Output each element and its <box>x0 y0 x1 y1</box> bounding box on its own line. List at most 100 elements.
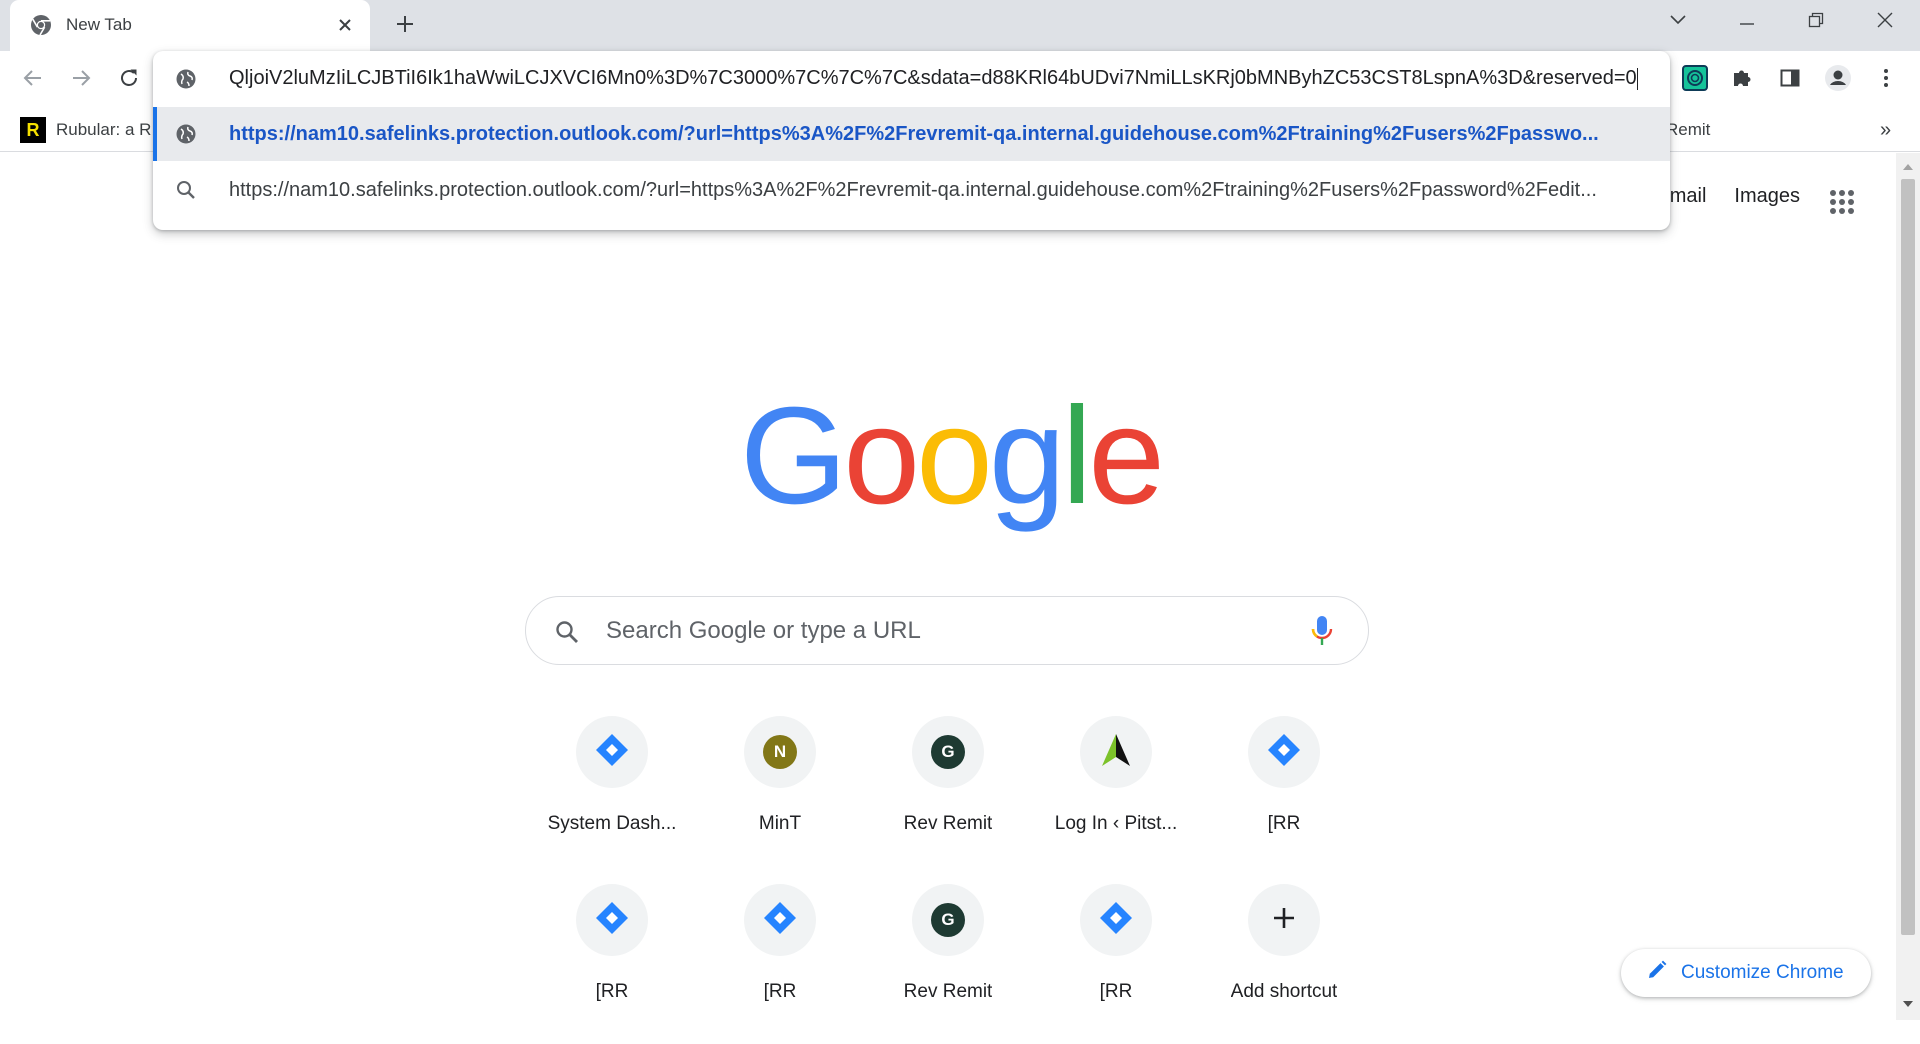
shortcut-icon-circle <box>1080 884 1152 956</box>
omnibox-input[interactable]: QljoiV2luMzIiLCJBTiI6Ik1haWwiLCJXVCI6Mn0… <box>229 67 1639 90</box>
omnibox-dropdown: QljoiV2luMzIiLCJBTiI6Ik1haWwiLCJXVCI6Mn0… <box>153 51 1670 230</box>
grammarly-extension[interactable] <box>1679 64 1711 96</box>
microphone-icon[interactable] <box>1310 615 1334 647</box>
shortcut-label: Rev Remit <box>903 981 993 1002</box>
forward-button[interactable] <box>64 63 98 97</box>
bookmark-rubular[interactable]: R Rubular: a R <box>20 117 151 143</box>
shortcut-label: [RR <box>1099 981 1133 1002</box>
close-icon[interactable] <box>332 12 358 38</box>
back-button[interactable] <box>16 63 50 97</box>
svg-text:Google: Google <box>740 395 1160 533</box>
tab-title: New Tab <box>66 15 132 34</box>
shortcut-label: [RR <box>595 981 629 1002</box>
tab-search-button[interactable] <box>1660 8 1696 36</box>
kebab-menu-icon <box>1883 67 1889 94</box>
bookmarks-overflow-button[interactable]: » <box>1880 117 1891 143</box>
ntp-header-links: mail Images <box>1670 185 1800 208</box>
shortcut-icon-circle <box>744 884 816 956</box>
close-icon <box>1877 12 1893 33</box>
shortcut-tile[interactable]: [RR <box>1032 884 1200 1044</box>
shortcut-icon-circle <box>1080 716 1152 788</box>
search-icon <box>554 619 580 645</box>
shortcut-tile[interactable]: System Dash... <box>528 716 696 876</box>
shortcut-label: Add shortcut <box>1230 981 1338 1002</box>
shortcut-tile[interactable]: [RR <box>1200 716 1368 876</box>
jira-diamond-icon <box>595 901 629 940</box>
omnibox-input-value: QljoiV2luMzIiLCJBTiI6Ik1haWwiLCJXVCI6Mn0… <box>229 67 1637 89</box>
side-panel-icon <box>1779 67 1801 94</box>
omnibox-suggestion[interactable]: https://nam10.safelinks.protection.outlo… <box>153 107 1670 161</box>
arrow-right-icon <box>70 67 92 94</box>
globe-icon <box>175 123 197 145</box>
shortcut-label: Rev Remit <box>903 813 993 834</box>
jira-diamond-icon <box>1099 901 1133 940</box>
plus-icon <box>1272 906 1296 935</box>
jira-diamond-icon <box>595 733 629 772</box>
jira-diamond-icon <box>1267 733 1301 772</box>
shortcut-icon-circle <box>1248 716 1320 788</box>
shortcut-icon-circle <box>1248 884 1320 956</box>
reload-button[interactable] <box>112 63 146 97</box>
puzzle-icon <box>1731 67 1753 94</box>
shortcut-icon-circle <box>576 884 648 956</box>
restore-button[interactable] <box>1798 8 1834 36</box>
rubular-icon: R <box>20 117 46 143</box>
jira-diamond-icon <box>763 901 797 940</box>
shortcut-tile[interactable]: G Rev Remit <box>864 884 1032 1044</box>
images-link[interactable]: Images <box>1734 185 1800 208</box>
shortcut-icon-circle: G <box>912 716 984 788</box>
scroll-down-arrow-icon[interactable] <box>1902 998 1914 1010</box>
tab-new-tab[interactable]: New Tab <box>10 0 370 51</box>
shortcut-tile[interactable]: Log In ‹ Pitst... <box>1032 716 1200 876</box>
shortcut-label: [RR <box>763 981 797 1002</box>
extensions-button[interactable] <box>1726 64 1758 96</box>
gmail-link[interactable]: mail <box>1670 185 1707 208</box>
shortcut-tile[interactable]: G Rev Remit <box>864 716 1032 876</box>
bookmarks-overflow: » <box>1880 118 1892 141</box>
shortcut-label: [RR <box>1267 813 1301 834</box>
shortcut-tile[interactable]: [RR <box>696 884 864 1044</box>
shortcut-icon-circle <box>576 716 648 788</box>
scroll-up-arrow-icon[interactable] <box>1902 161 1914 173</box>
shortcut-icon-circle: N <box>744 716 816 788</box>
bookmark-label: Rubular: a R <box>56 120 152 139</box>
text-caret <box>1636 67 1638 90</box>
globe-icon <box>175 68 197 90</box>
chrome-icon <box>30 14 52 36</box>
omnibox-suggestion[interactable]: https://nam10.safelinks.protection.outlo… <box>153 163 1670 217</box>
restore-icon <box>1808 12 1824 33</box>
grammarly-icon <box>1682 64 1708 96</box>
search-placeholder: Search Google or type a URL <box>606 617 921 644</box>
customize-label: Customize Chrome <box>1681 962 1844 983</box>
shortcut-icon-circle: G <box>912 884 984 956</box>
minimize-button[interactable] <box>1729 8 1765 36</box>
scrollbar[interactable] <box>1896 153 1920 1020</box>
shortcut-tile[interactable]: [RR <box>528 884 696 1044</box>
bookmark-remit[interactable]: Remit <box>1666 117 1710 143</box>
letter-avatar: G <box>931 735 965 769</box>
shortcut-label: Log In ‹ Pitst... <box>1054 813 1178 834</box>
close-window-button[interactable] <box>1867 8 1903 36</box>
customize-chrome-button[interactable]: Customize Chrome <box>1621 949 1871 997</box>
menu-button[interactable] <box>1870 64 1902 96</box>
reload-icon <box>118 67 140 94</box>
minimize-icon <box>1739 13 1755 31</box>
side-panel-button[interactable] <box>1774 64 1806 96</box>
letter-avatar: N <box>763 735 797 769</box>
apps-grid-icon <box>1829 189 1855 220</box>
suggestion-text: https://nam10.safelinks.protection.outlo… <box>229 179 1597 201</box>
profile-button[interactable] <box>1822 64 1854 96</box>
suggestion-text: https://nam10.safelinks.protection.outlo… <box>229 123 1599 145</box>
omnibox-input-row[interactable]: QljoiV2luMzIiLCJBTiI6Ik1haWwiLCJXVCI6Mn0… <box>153 51 1670 107</box>
shortcut-tile[interactable]: N MinT <box>696 716 864 876</box>
scroll-thumb[interactable] <box>1901 179 1915 935</box>
chevron-down-icon <box>1669 13 1687 31</box>
shortcut-label: MinT <box>758 813 802 834</box>
bookmark-label: Remit <box>1666 120 1711 139</box>
new-tab-button[interactable] <box>390 11 420 41</box>
shortcut-label: System Dash... <box>547 813 677 834</box>
google-apps-button[interactable] <box>1824 186 1860 222</box>
google-logo: Google <box>740 379 1165 541</box>
add-shortcut-tile[interactable]: Add shortcut <box>1200 884 1368 1044</box>
ntp-search-box[interactable]: Search Google or type a URL <box>525 596 1369 665</box>
